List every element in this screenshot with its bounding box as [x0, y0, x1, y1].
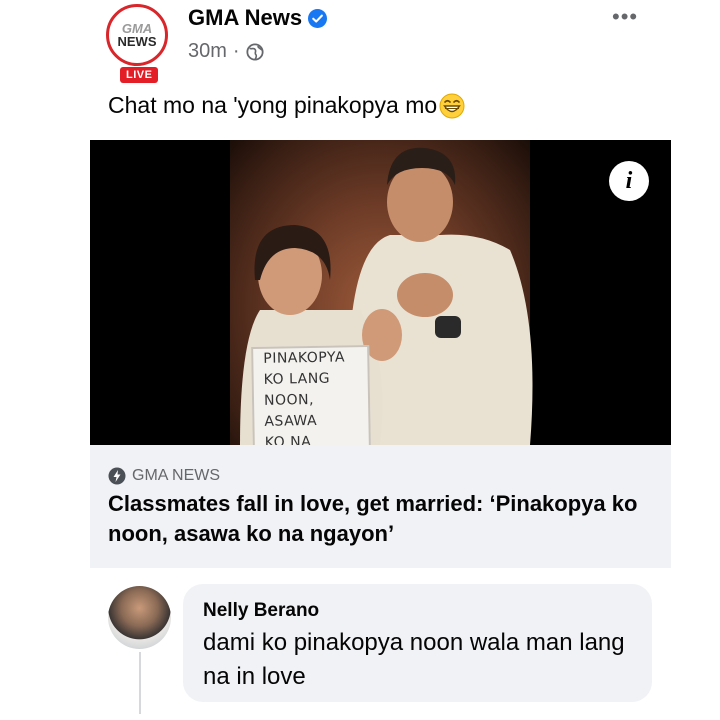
- post-caption-row: Chat mo na 'yong pinakopya mo: [108, 92, 465, 119]
- logo-text-gma: GMA: [121, 20, 153, 36]
- link-title[interactable]: Classmates fall in love, get married: ‘P…: [108, 489, 663, 549]
- handwritten-sign: PINAKOPYA KO LANG NOON, ASAWA KO NA NGAY…: [251, 344, 371, 445]
- sign-line: NOON, ASAWA: [263, 391, 318, 430]
- sign-line: KO NA NGAYON!: [264, 434, 312, 445]
- globe-icon: [246, 42, 264, 61]
- thread-line: [139, 652, 141, 714]
- verified-badge-icon: [308, 8, 328, 28]
- page-avatar[interactable]: GMA NEWS LIVE: [106, 4, 172, 90]
- link-source: GMA NEWS: [132, 467, 221, 484]
- post-meta: 30m ·: [188, 40, 264, 63]
- couple-illustration: [240, 147, 533, 445]
- post-photo[interactable]: PINAKOPYA KO LANG NOON, ASAWA KO NA NGAY…: [90, 140, 671, 445]
- page-name[interactable]: GMA News: [188, 5, 302, 31]
- info-button[interactable]: i: [609, 161, 649, 201]
- comment-bubble: Nelly Berano dami ko pinakopya noon wala…: [183, 584, 652, 702]
- logo-text-news: NEWS: [117, 33, 157, 49]
- more-options-button[interactable]: •••: [612, 4, 638, 30]
- sign-line: KO LANG: [263, 370, 331, 388]
- link-preview[interactable]: GMA NEWS Classmates fall in love, get ma…: [90, 445, 671, 568]
- page-name-row: GMA News: [188, 5, 328, 31]
- commenter-name[interactable]: Nelly Berano: [203, 600, 319, 622]
- gma-logo: GMA NEWS: [106, 4, 168, 66]
- grinning-face-icon: [439, 93, 465, 118]
- instant-article-bolt-icon: [108, 467, 126, 485]
- commenter-avatar[interactable]: [108, 586, 171, 649]
- link-source-row: GMA NEWS: [108, 467, 220, 485]
- post-timestamp[interactable]: 30m: [188, 40, 227, 63]
- meta-separator: ·: [232, 40, 240, 62]
- sign-line: PINAKOPYA: [263, 349, 346, 367]
- comment-text: dami ko pinakopya noon wala man lang na …: [203, 629, 625, 690]
- live-badge: LIVE: [120, 67, 159, 83]
- post-caption: Chat mo na 'yong pinakopya mo: [108, 92, 438, 118]
